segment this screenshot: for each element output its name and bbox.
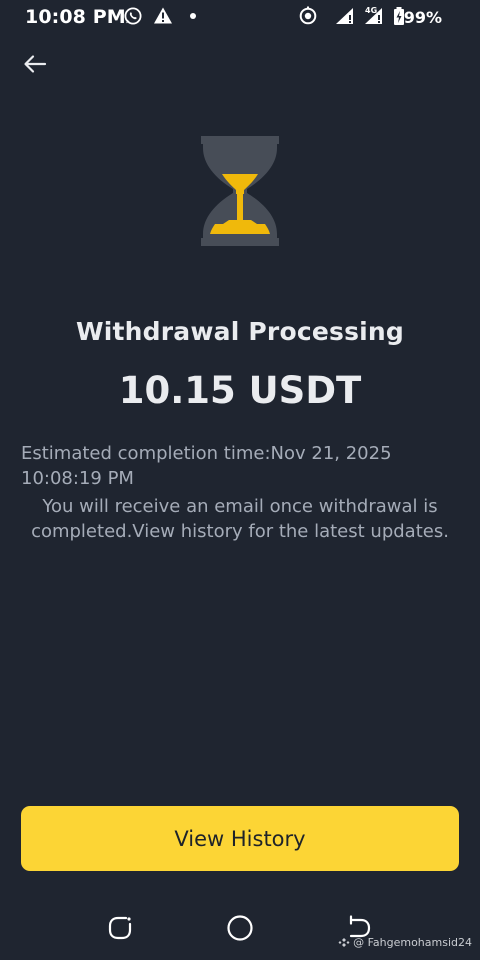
system-nav-bar bbox=[0, 900, 480, 960]
home-button[interactable] bbox=[225, 913, 255, 943]
home-icon bbox=[227, 915, 253, 941]
arrow-left-icon bbox=[24, 55, 47, 73]
back-button[interactable] bbox=[18, 48, 52, 80]
watermark-text: @ Fahgemohamsid24 bbox=[353, 936, 472, 949]
signal-icon-2 bbox=[365, 8, 382, 24]
dot-icon bbox=[190, 13, 196, 19]
status-bar: 10:08 PM 4G 99% bbox=[0, 0, 480, 34]
status-time: 10:08 PM bbox=[25, 6, 126, 28]
recents-icon bbox=[108, 916, 132, 940]
signal-icon bbox=[336, 8, 353, 24]
whatsapp-icon bbox=[124, 7, 142, 25]
withdrawal-processing-screen: 10:08 PM 4G 99% Withdrawal Processing 10… bbox=[0, 0, 480, 960]
view-history-button[interactable]: View History bbox=[21, 806, 459, 871]
page-title: Withdrawal Processing bbox=[75, 317, 405, 346]
binance-logo-icon bbox=[338, 937, 350, 947]
estimated-completion-time: Estimated completion time:Nov 21, 2025 1… bbox=[21, 443, 392, 489]
withdrawal-amount: 10.15 USDT bbox=[118, 369, 362, 412]
watermark: @ Fahgemohamsid24 bbox=[338, 936, 472, 949]
hourglass-icon bbox=[201, 136, 279, 246]
recents-button[interactable] bbox=[105, 913, 135, 943]
alert-icon bbox=[154, 7, 172, 24]
email-notice: You will receive an email once withdrawa… bbox=[31, 496, 449, 542]
target-icon bbox=[299, 6, 317, 25]
battery-percent: 99% bbox=[403, 8, 442, 27]
